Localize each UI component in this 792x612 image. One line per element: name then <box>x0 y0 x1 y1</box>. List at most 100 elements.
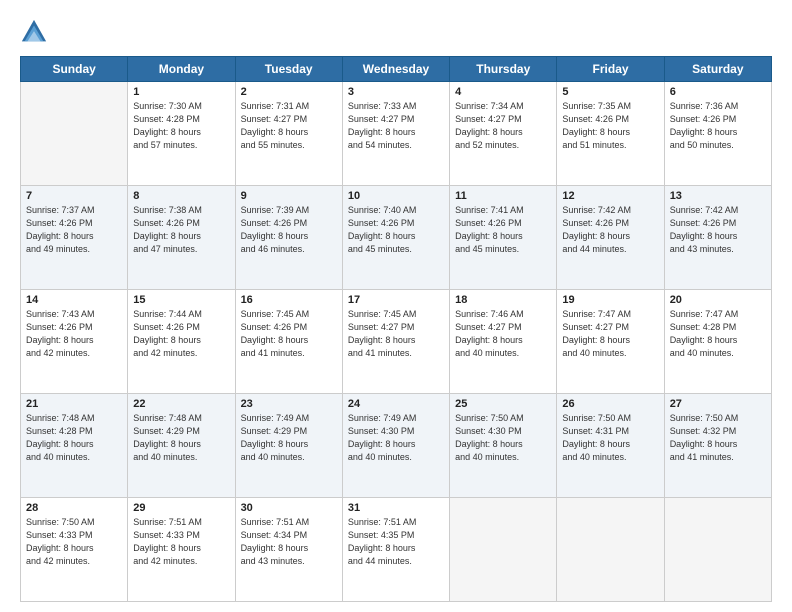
day-info: Sunrise: 7:30 AM Sunset: 4:28 PM Dayligh… <box>133 100 229 152</box>
day-info: Sunrise: 7:51 AM Sunset: 4:33 PM Dayligh… <box>133 516 229 568</box>
calendar-day-26: 26 Sunrise: 7:50 AM Sunset: 4:31 PM Dayli… <box>557 394 664 498</box>
logo-icon <box>20 18 48 46</box>
day-info: Sunrise: 7:39 AM Sunset: 4:26 PM Dayligh… <box>241 204 337 256</box>
day-info: Sunrise: 7:35 AM Sunset: 4:26 PM Dayligh… <box>562 100 658 152</box>
day-info: Sunrise: 7:34 AM Sunset: 4:27 PM Dayligh… <box>455 100 551 152</box>
calendar-day-3: 3 Sunrise: 7:33 AM Sunset: 4:27 PM Daylig… <box>342 82 449 186</box>
day-number: 4 <box>455 86 551 98</box>
day-info: Sunrise: 7:42 AM Sunset: 4:26 PM Dayligh… <box>670 204 766 256</box>
calendar-day-empty <box>557 498 664 602</box>
day-header-thursday: Thursday <box>450 57 557 82</box>
day-number: 30 <box>241 502 337 514</box>
day-info: Sunrise: 7:33 AM Sunset: 4:27 PM Dayligh… <box>348 100 444 152</box>
calendar-day-25: 25 Sunrise: 7:50 AM Sunset: 4:30 PM Dayli… <box>450 394 557 498</box>
day-number: 16 <box>241 294 337 306</box>
day-number: 22 <box>133 398 229 410</box>
calendar-day-9: 9 Sunrise: 7:39 AM Sunset: 4:26 PM Daylig… <box>235 186 342 290</box>
day-info: Sunrise: 7:41 AM Sunset: 4:26 PM Dayligh… <box>455 204 551 256</box>
day-info: Sunrise: 7:45 AM Sunset: 4:26 PM Dayligh… <box>241 308 337 360</box>
day-number: 14 <box>26 294 122 306</box>
calendar-day-18: 18 Sunrise: 7:46 AM Sunset: 4:27 PM Dayli… <box>450 290 557 394</box>
day-info: Sunrise: 7:50 AM Sunset: 4:30 PM Dayligh… <box>455 412 551 464</box>
day-info: Sunrise: 7:51 AM Sunset: 4:34 PM Dayligh… <box>241 516 337 568</box>
day-number: 3 <box>348 86 444 98</box>
calendar-day-23: 23Sunrise: 7:49 AM Sunset: 4:29 PM Dayli… <box>235 394 342 498</box>
calendar-day-14: 14 Sunrise: 7:43 AM Sunset: 4:26 PM Dayli… <box>21 290 128 394</box>
day-number: 7 <box>26 190 122 202</box>
calendar-day-17: 17 Sunrise: 7:45 AM Sunset: 4:27 PM Dayli… <box>342 290 449 394</box>
day-header-monday: Monday <box>128 57 235 82</box>
day-info: Sunrise: 7:31 AM Sunset: 4:27 PM Dayligh… <box>241 100 337 152</box>
day-number: 13 <box>670 190 766 202</box>
day-number: 6 <box>670 86 766 98</box>
day-info: Sunrise: 7:40 AM Sunset: 4:26 PM Dayligh… <box>348 204 444 256</box>
day-header-friday: Friday <box>557 57 664 82</box>
day-info: Sunrise: 7:45 AM Sunset: 4:27 PM Dayligh… <box>348 308 444 360</box>
calendar-day-31: 31 Sunrise: 7:51 AM Sunset: 4:35 PM Dayli… <box>342 498 449 602</box>
calendar-week-row: 1 Sunrise: 7:30 AM Sunset: 4:28 PM Daylig… <box>21 82 772 186</box>
day-header-tuesday: Tuesday <box>235 57 342 82</box>
day-number: 15 <box>133 294 229 306</box>
calendar-day-24: 24 Sunrise: 7:49 AM Sunset: 4:30 PM Dayli… <box>342 394 449 498</box>
calendar-day-empty <box>450 498 557 602</box>
day-number: 20 <box>670 294 766 306</box>
calendar-day-15: 15Sunrise: 7:44 AM Sunset: 4:26 PM Dayli… <box>128 290 235 394</box>
day-number: 2 <box>241 86 337 98</box>
calendar-day-8: 8Sunrise: 7:38 AM Sunset: 4:26 PM Daylig… <box>128 186 235 290</box>
calendar-header-row: SundayMondayTuesdayWednesdayThursdayFrid… <box>21 57 772 82</box>
page: SundayMondayTuesdayWednesdayThursdayFrid… <box>0 0 792 612</box>
calendar-day-27: 27 Sunrise: 7:50 AM Sunset: 4:32 PM Dayli… <box>664 394 771 498</box>
day-number: 8 <box>133 190 229 202</box>
day-number: 26 <box>562 398 658 410</box>
day-number: 24 <box>348 398 444 410</box>
calendar-day-2: 2 Sunrise: 7:31 AM Sunset: 4:27 PM Daylig… <box>235 82 342 186</box>
header <box>20 18 772 46</box>
calendar-week-row: 28 Sunrise: 7:50 AM Sunset: 4:33 PM Dayli… <box>21 498 772 602</box>
day-info: Sunrise: 7:36 AM Sunset: 4:26 PM Dayligh… <box>670 100 766 152</box>
calendar-day-28: 28 Sunrise: 7:50 AM Sunset: 4:33 PM Dayli… <box>21 498 128 602</box>
day-info: Sunrise: 7:50 AM Sunset: 4:33 PM Dayligh… <box>26 516 122 568</box>
day-info: Sunrise: 7:49 AM Sunset: 4:29 PM Dayligh… <box>241 412 337 464</box>
calendar-day-12: 12Sunrise: 7:42 AM Sunset: 4:26 PM Dayli… <box>557 186 664 290</box>
calendar-table: SundayMondayTuesdayWednesdayThursdayFrid… <box>20 56 772 602</box>
day-number: 5 <box>562 86 658 98</box>
day-number: 31 <box>348 502 444 514</box>
calendar-day-empty <box>664 498 771 602</box>
day-number: 21 <box>26 398 122 410</box>
calendar-day-1: 1 Sunrise: 7:30 AM Sunset: 4:28 PM Daylig… <box>128 82 235 186</box>
day-info: Sunrise: 7:46 AM Sunset: 4:27 PM Dayligh… <box>455 308 551 360</box>
day-info: Sunrise: 7:51 AM Sunset: 4:35 PM Dayligh… <box>348 516 444 568</box>
day-number: 18 <box>455 294 551 306</box>
day-header-wednesday: Wednesday <box>342 57 449 82</box>
day-header-saturday: Saturday <box>664 57 771 82</box>
day-info: Sunrise: 7:49 AM Sunset: 4:30 PM Dayligh… <box>348 412 444 464</box>
day-number: 9 <box>241 190 337 202</box>
calendar-day-empty <box>21 82 128 186</box>
calendar-week-row: 14 Sunrise: 7:43 AM Sunset: 4:26 PM Dayli… <box>21 290 772 394</box>
day-header-sunday: Sunday <box>21 57 128 82</box>
calendar-day-13: 13 Sunrise: 7:42 AM Sunset: 4:26 PM Dayli… <box>664 186 771 290</box>
calendar-day-5: 5 Sunrise: 7:35 AM Sunset: 4:26 PM Daylig… <box>557 82 664 186</box>
day-number: 11 <box>455 190 551 202</box>
day-info: Sunrise: 7:48 AM Sunset: 4:28 PM Dayligh… <box>26 412 122 464</box>
calendar-day-16: 16 Sunrise: 7:45 AM Sunset: 4:26 PM Dayli… <box>235 290 342 394</box>
day-number: 25 <box>455 398 551 410</box>
day-info: Sunrise: 7:50 AM Sunset: 4:31 PM Dayligh… <box>562 412 658 464</box>
day-number: 27 <box>670 398 766 410</box>
day-info: Sunrise: 7:47 AM Sunset: 4:28 PM Dayligh… <box>670 308 766 360</box>
day-number: 12 <box>562 190 658 202</box>
calendar-day-22: 22Sunrise: 7:48 AM Sunset: 4:29 PM Dayli… <box>128 394 235 498</box>
calendar-day-19: 19Sunrise: 7:47 AM Sunset: 4:27 PM Dayli… <box>557 290 664 394</box>
calendar-day-29: 29 Sunrise: 7:51 AM Sunset: 4:33 PM Dayli… <box>128 498 235 602</box>
day-number: 17 <box>348 294 444 306</box>
calendar-week-row: 7Sunrise: 7:37 AM Sunset: 4:26 PM Daylig… <box>21 186 772 290</box>
day-number: 28 <box>26 502 122 514</box>
day-number: 1 <box>133 86 229 98</box>
logo <box>20 18 52 46</box>
day-number: 29 <box>133 502 229 514</box>
calendar-day-7: 7Sunrise: 7:37 AM Sunset: 4:26 PM Daylig… <box>21 186 128 290</box>
day-info: Sunrise: 7:43 AM Sunset: 4:26 PM Dayligh… <box>26 308 122 360</box>
calendar-day-11: 11 Sunrise: 7:41 AM Sunset: 4:26 PM Dayli… <box>450 186 557 290</box>
calendar-day-21: 21 Sunrise: 7:48 AM Sunset: 4:28 PM Dayli… <box>21 394 128 498</box>
day-info: Sunrise: 7:50 AM Sunset: 4:32 PM Dayligh… <box>670 412 766 464</box>
